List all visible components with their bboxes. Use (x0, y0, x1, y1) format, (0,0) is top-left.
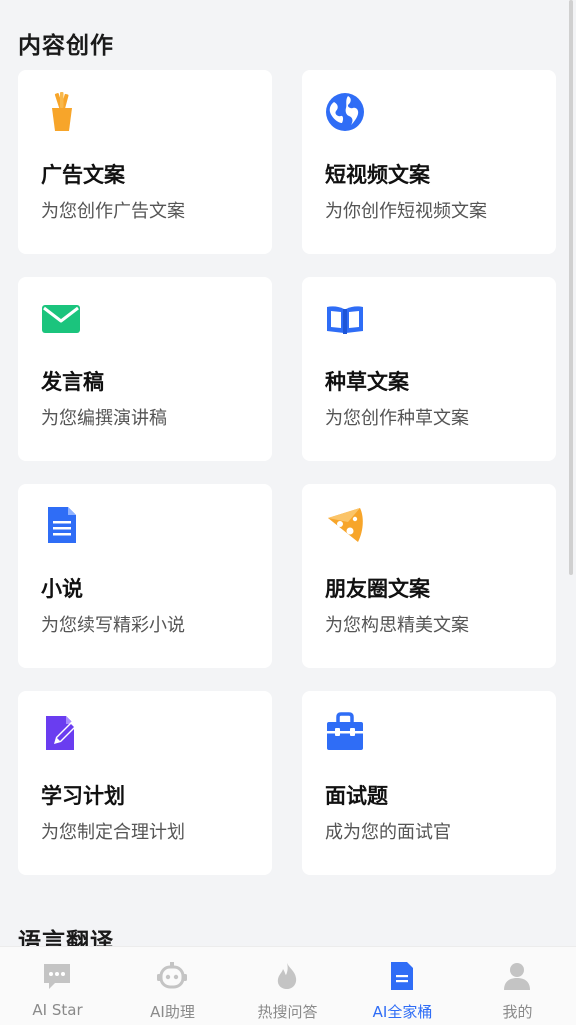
tab-profile[interactable]: 我的 (460, 947, 575, 1025)
card-subtitle: 成为您的面试官 (325, 822, 451, 843)
card-speech-draft[interactable]: 发言稿 为您编撰演讲稿 (18, 277, 272, 461)
card-title: 面试题 (325, 784, 388, 808)
document-icon (40, 504, 82, 546)
card-subtitle: 为您制定合理计划 (41, 822, 185, 843)
card-subtitle: 为你创作短视频文案 (325, 201, 487, 222)
card-title: 学习计划 (41, 784, 125, 808)
document-icon (387, 961, 417, 991)
tab-label: AI Star (32, 1001, 83, 1019)
card-short-video-copy[interactable]: 短视频文案 为你创作短视频文案 (302, 70, 556, 254)
section-title-translation: 语言翻译 (18, 929, 114, 946)
card-subtitle: 为您编撰演讲稿 (41, 408, 167, 429)
bottom-tab-bar: AI Star AI助理 热搜问答 AI全家桶 我的 (0, 946, 576, 1025)
card-interview-questions[interactable]: 面试题 成为您的面试官 (302, 691, 556, 875)
card-novel[interactable]: 小说 为您续写精彩小说 (18, 484, 272, 668)
toolbox-icon (324, 711, 366, 753)
card-subtitle: 为您续写精彩小说 (41, 615, 185, 636)
tab-ai-star[interactable]: AI Star (0, 947, 115, 1025)
chat-bubble-icon (42, 961, 72, 991)
open-book-icon (324, 297, 366, 339)
tab-label: AI助理 (150, 1003, 195, 1021)
tab-label: 我的 (502, 1003, 533, 1021)
section-title-content-creation: 内容创作 (18, 33, 114, 59)
user-icon (502, 961, 532, 991)
tab-label: 热搜问答 (257, 1003, 318, 1021)
card-title: 广告文案 (41, 163, 125, 187)
card-moments-copy[interactable]: 朋友圈文案 为您构思精美文案 (302, 484, 556, 668)
card-subtitle: 为您构思精美文案 (325, 615, 469, 636)
globe-icon (324, 90, 366, 132)
card-title: 短视频文案 (325, 163, 430, 187)
card-title: 种草文案 (325, 370, 409, 394)
tab-ai-suite[interactable]: AI全家桶 (345, 947, 460, 1025)
card-title: 小说 (41, 577, 83, 601)
card-title: 发言稿 (41, 370, 104, 394)
edit-note-icon (40, 711, 82, 753)
pencil-cup-icon (40, 90, 82, 132)
card-recommendation-copy[interactable]: 种草文案 为您创作种草文案 (302, 277, 556, 461)
card-subtitle: 为您创作种草文案 (325, 408, 469, 429)
card-study-plan[interactable]: 学习计划 为您制定合理计划 (18, 691, 272, 875)
card-ad-copy[interactable]: 广告文案 为您创作广告文案 (18, 70, 272, 254)
robot-icon (157, 961, 187, 991)
tab-ai-assistant[interactable]: AI助理 (115, 947, 230, 1025)
card-title: 朋友圈文案 (325, 577, 430, 601)
cheese-icon (324, 504, 366, 546)
flame-icon (272, 961, 302, 991)
main-scroll-area[interactable]: 内容创作 广告文案 为您创作广告文案 短视频文案 为你创作短视频文案 发言稿 为… (0, 0, 576, 946)
tab-label: AI全家桶 (372, 1003, 433, 1021)
envelope-icon (40, 297, 82, 339)
scrollbar[interactable] (569, 0, 573, 575)
tab-trending-qa[interactable]: 热搜问答 (230, 947, 345, 1025)
card-subtitle: 为您创作广告文案 (41, 201, 185, 222)
